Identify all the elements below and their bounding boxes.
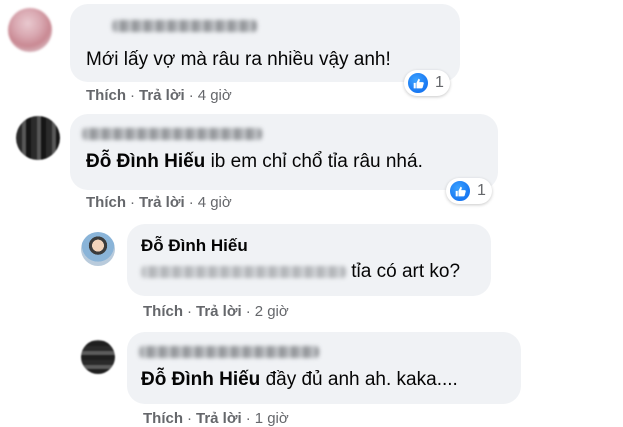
comment-text: Đỗ Đình Hiếu đầy đủ anh ah. kaka.... (141, 369, 458, 390)
avatar-blurred[interactable] (16, 116, 60, 160)
comment-text: tỉa có art ko? (141, 260, 460, 284)
reply-link[interactable]: Trả lời (139, 87, 185, 104)
comment-actions: Thích · Trả lời · 4 giờ (86, 194, 232, 211)
timestamp[interactable]: 4 giờ (198, 194, 232, 211)
avatar-blurred[interactable] (81, 340, 115, 374)
comment-text: Đỗ Đình Hiếu ib em chỉ chổ tỉa râu nhá. (86, 151, 423, 172)
comment-bubble: Đỗ Đình Hiếu đầy đủ anh ah. kaka.... (127, 332, 521, 404)
reaction-badge[interactable]: 1 (446, 178, 492, 204)
timestamp[interactable]: 2 giờ (255, 303, 289, 320)
like-link[interactable]: Thích (86, 194, 126, 211)
comment-actions: Thích · Trả lời · 4 giờ (86, 87, 232, 104)
mention-blurred[interactable] (141, 266, 346, 278)
author-name-blurred[interactable] (112, 20, 257, 32)
like-icon (407, 72, 429, 94)
author-name[interactable]: Đỗ Đình Hiếu (141, 236, 248, 256)
avatar[interactable] (81, 232, 115, 266)
author-name-blurred[interactable] (139, 346, 319, 358)
like-link[interactable]: Thích (143, 303, 183, 320)
mention-tag[interactable]: Đỗ Đình Hiếu (141, 369, 260, 390)
comment-text: Mới lấy vợ mà râu ra nhiều vậy anh! (86, 49, 391, 70)
reaction-count: 1 (435, 74, 444, 91)
comment-bubble: Đỗ Đình Hiếu tỉa có art ko? (127, 224, 491, 296)
reaction-count: 1 (477, 182, 486, 199)
reply-link[interactable]: Trả lời (196, 410, 242, 427)
comment-actions: Thích · Trả lời · 2 giờ (143, 303, 289, 320)
like-icon (449, 180, 471, 202)
timestamp[interactable]: 4 giờ (198, 87, 232, 104)
mention-tag[interactable]: Đỗ Đình Hiếu (86, 151, 205, 172)
author-name-blurred[interactable] (82, 128, 262, 140)
timestamp[interactable]: 1 giờ (255, 410, 289, 427)
reply-link[interactable]: Trả lời (196, 303, 242, 320)
comment-bubble: Đỗ Đình Hiếu ib em chỉ chổ tỉa râu nhá. (70, 114, 498, 190)
avatar-blurred[interactable] (8, 8, 52, 52)
comment-bubble: Mới lấy vợ mà râu ra nhiều vậy anh! (70, 4, 460, 82)
reply-link[interactable]: Trả lời (139, 194, 185, 211)
like-link[interactable]: Thích (86, 87, 126, 104)
comment-actions: Thích · Trả lời · 1 giờ (143, 410, 289, 427)
reaction-badge[interactable]: 1 (404, 70, 450, 96)
like-link[interactable]: Thích (143, 410, 183, 427)
